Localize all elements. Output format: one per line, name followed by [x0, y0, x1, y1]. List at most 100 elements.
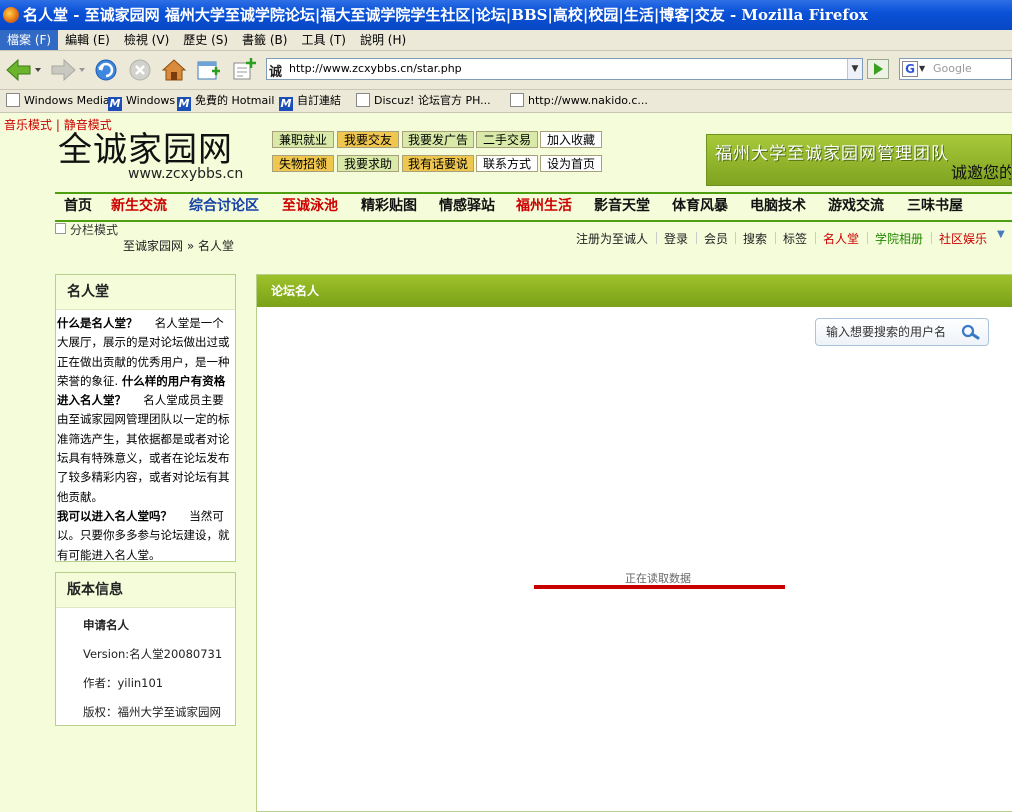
part-time-job-button[interactable]: 兼职就业 — [272, 131, 334, 148]
url-dropdown-icon[interactable]: ▼ — [847, 59, 862, 79]
address-bar[interactable]: 诚 http://www.zcxybbs.cn/star.php ▼ — [266, 58, 863, 80]
breadcrumb[interactable]: 至诚家园网 » 名人堂 — [123, 237, 234, 254]
reload-icon[interactable] — [92, 57, 120, 83]
bookmark-label: 免費的 Hotmail — [195, 94, 275, 107]
add-favorite-button[interactable]: 加入收藏 — [540, 131, 602, 148]
link-hall-of-fame[interactable]: 名人堂 — [823, 230, 859, 247]
divider — [656, 232, 657, 244]
page-icon — [356, 93, 370, 107]
menu-help[interactable]: 說明 (H) — [353, 30, 413, 50]
site-logo[interactable]: 全诚家园网 — [58, 122, 233, 171]
ask-help-button[interactable]: 我要求助 — [337, 155, 399, 172]
banner-headline: 福州大学至诚家园网管理团队 — [715, 144, 949, 164]
set-homepage-button[interactable]: 设为首页 — [540, 155, 602, 172]
link-members[interactable]: 会员 — [704, 230, 728, 247]
nav-home[interactable]: 首页 — [64, 194, 92, 218]
nav-computer[interactable]: 电脑技术 — [750, 194, 806, 218]
nav-general[interactable]: 综合讨论区 — [189, 194, 259, 218]
contact-button[interactable]: 联系方式 — [476, 155, 538, 172]
forward-arrow-icon[interactable] — [48, 57, 88, 83]
search-bar[interactable]: G ▼ Google — [899, 58, 1012, 80]
nav-pool[interactable]: 至诚泳池 — [282, 194, 338, 218]
loading-text: 正在读取数据 — [625, 572, 691, 585]
link-login[interactable]: 登录 — [664, 230, 688, 247]
bookmark-custom-links[interactable]: M 自訂連結 — [279, 90, 341, 112]
banner-subline: 诚邀您的 — [951, 163, 1012, 182]
intro-text: 什么是名人堂？ 名人堂是一个大展厅，展示的是对论坛做出过或正在做出贡献的优秀用户… — [57, 314, 235, 565]
msn-icon: M — [108, 97, 122, 111]
author-text: 作者：yilin101 — [83, 676, 164, 690]
intro-panel: 名人堂 什么是名人堂？ 名人堂是一个大展厅，展示的是对论坛做出过或正在做出贡献的… — [55, 274, 236, 562]
new-tab-icon[interactable] — [194, 57, 222, 83]
loading-progress-bar — [534, 585, 785, 589]
back-arrow-icon[interactable] — [4, 57, 44, 83]
music-mode-link[interactable]: 音乐模式 — [4, 118, 52, 132]
menu-tools[interactable]: 工具 (T) — [294, 30, 353, 50]
link-tags[interactable]: 标签 — [783, 230, 807, 247]
version-title: 版本信息 — [56, 573, 235, 608]
add-bookmark-icon[interactable] — [230, 57, 258, 83]
bookmark-windows[interactable]: M Windows — [108, 90, 175, 112]
nav-media[interactable]: 影音天堂 — [594, 194, 650, 218]
link-album[interactable]: 学院相册 — [875, 230, 923, 247]
msn-icon: M — [177, 97, 191, 111]
google-icon[interactable]: G — [902, 61, 918, 77]
search-icon[interactable] — [960, 324, 982, 340]
second-hand-button[interactable]: 二手交易 — [476, 131, 538, 148]
menu-edit[interactable]: 編輯 (E) — [58, 30, 117, 50]
bookmark-nakido[interactable]: http://www.nakido.c... — [510, 90, 648, 112]
faq-answer: 名人堂成员主要由至诚家园网管理团队以一定的标准筛选产生，其依据都是或者对论坛具有… — [57, 393, 230, 504]
nav-books[interactable]: 三味书屋 — [907, 194, 963, 218]
nav-fuzhou-life[interactable]: 福州生活 — [516, 194, 572, 218]
site-favicon-icon: 诚 — [269, 65, 283, 80]
bookmarks-toolbar: Windows Media M Windows M 免費的 Hotmail M 自訂連… — [0, 90, 1012, 113]
version-text: Version:名人堂20080731 — [83, 647, 223, 661]
version-panel: 版本信息 申请名人 Version:名人堂20080731 作者：yilin10… — [55, 572, 236, 726]
link-search[interactable]: 搜索 — [743, 230, 767, 247]
bookmark-label: http://www.nakido.c... — [528, 94, 648, 107]
menu-file[interactable]: 檔案 (F) — [0, 30, 59, 50]
nav-games[interactable]: 游戏交流 — [828, 194, 884, 218]
home-icon[interactable] — [160, 57, 188, 83]
speak-out-button[interactable]: 我有话要说 — [402, 155, 474, 172]
divider — [815, 232, 816, 244]
make-friends-button[interactable]: 我要交友 — [337, 131, 399, 148]
lost-found-button[interactable]: 失物招领 — [272, 155, 334, 172]
split-mode-label[interactable]: 分栏模式 — [70, 221, 118, 238]
msn-icon: M — [279, 97, 293, 111]
nav-freshman[interactable]: 新生交流 — [111, 194, 167, 218]
split-mode-checkbox[interactable] — [55, 223, 66, 234]
bookmark-label: Windows Media — [24, 94, 110, 107]
window-title-bar: 名人堂 - 至诚家园网 福州大学至诚学院论坛|福大至诚学院学生社区|论坛|BBS… — [0, 0, 1012, 30]
engine-dropdown-icon[interactable]: ▼ — [919, 60, 925, 78]
recruitment-banner[interactable]: 福州大学至诚家园网管理团队 诚邀您的 — [706, 134, 1012, 186]
go-button-icon[interactable] — [867, 59, 889, 79]
main-navigation: 首页 新生交流 综合讨论区 至诚泳池 精彩贴图 情感驿站 福州生活 影音天堂 体… — [55, 192, 1012, 222]
nav-pictures[interactable]: 精彩贴图 — [361, 194, 417, 218]
firefox-icon — [3, 7, 19, 23]
divider — [931, 232, 932, 244]
url-text[interactable]: http://www.zcxybbs.cn/star.php — [289, 59, 462, 79]
link-register[interactable]: 注册为至诚人 — [576, 230, 648, 247]
user-search-placeholder[interactable]: 输入想要搜索的用户名 — [826, 319, 946, 345]
bookmark-label: Discuz! 论坛官方 PH... — [374, 94, 491, 107]
divider — [775, 232, 776, 244]
bookmark-windows-media[interactable]: Windows Media — [6, 90, 110, 112]
divider — [735, 232, 736, 244]
dropdown-arrow-icon[interactable]: ▼ — [997, 229, 1005, 240]
divider — [696, 232, 697, 244]
search-placeholder[interactable]: Google — [933, 59, 972, 79]
divider — [867, 232, 868, 244]
nav-sports[interactable]: 体育风暴 — [672, 194, 728, 218]
bookmark-discuz[interactable]: Discuz! 论坛官方 PH... — [356, 90, 491, 112]
link-entertainment[interactable]: 社区娱乐 — [939, 230, 987, 247]
menu-bookmarks[interactable]: 書籤 (B) — [235, 30, 294, 50]
apply-link[interactable]: 申请名人 — [83, 617, 129, 633]
nav-emotion[interactable]: 情感驿站 — [439, 194, 495, 218]
stop-icon[interactable] — [126, 57, 154, 83]
post-ad-button[interactable]: 我要发广告 — [402, 131, 474, 148]
bookmark-hotmail[interactable]: M 免費的 Hotmail — [177, 90, 274, 112]
menu-view[interactable]: 檢視 (V) — [117, 30, 176, 50]
user-search-box[interactable]: 输入想要搜索的用户名 — [815, 318, 989, 346]
menu-history[interactable]: 歷史 (S) — [176, 30, 235, 50]
